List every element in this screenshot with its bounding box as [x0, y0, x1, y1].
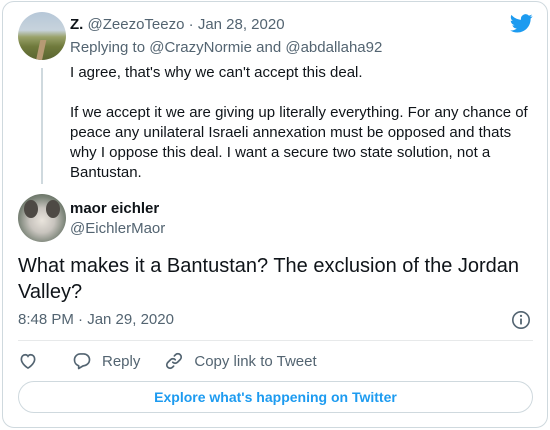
main-avatar[interactable]: [18, 194, 66, 242]
explore-twitter-button[interactable]: Explore what's happening on Twitter: [18, 381, 533, 413]
like-button[interactable]: [18, 351, 38, 371]
header-separator: ·: [188, 16, 194, 33]
tweet-timestamp[interactable]: 8:48 PM · Jan 29, 2020: [18, 310, 174, 330]
replying-to-line: Replying to @CrazyNormie and @abdallaha9…: [70, 38, 382, 58]
actions-divider: [18, 340, 533, 341]
parent-avatar[interactable]: [18, 12, 66, 60]
reply-label: Reply: [102, 352, 141, 370]
parent-tweet-header: Z. @ZeezoTeezo · Jan 28, 2020: [70, 15, 285, 35]
copy-link-label: Copy link to Tweet: [194, 352, 317, 370]
parent-author-handle[interactable]: @ZeezoTeezo: [88, 16, 185, 33]
link-icon: [166, 352, 183, 370]
info-icon[interactable]: [511, 310, 531, 330]
parent-date[interactable]: Jan 28, 2020: [198, 16, 285, 33]
copy-link-button[interactable]: Copy link to Tweet: [164, 351, 317, 371]
main-author-handle[interactable]: @EichlerMaor: [70, 219, 165, 239]
parent-author-name[interactable]: Z.: [70, 16, 83, 33]
replying-to-label: Replying to: [70, 39, 146, 56]
reply-button[interactable]: Reply: [72, 351, 140, 371]
main-author-name[interactable]: maor eichler: [70, 199, 159, 219]
twitter-bird-icon[interactable]: [510, 14, 533, 33]
parent-tweet-text: I agree, that's why we can't accept this…: [70, 64, 528, 181]
replying-and-text: and: [256, 39, 282, 56]
tweet-actions: Reply Copy link to Tweet: [18, 350, 317, 372]
replying-to-user-link[interactable]: @abdallaha92: [285, 39, 382, 56]
heart-icon: [20, 353, 36, 370]
replying-to-user-link[interactable]: @CrazyNormie: [149, 39, 252, 56]
main-tweet-text: What makes it a Bantustan? The exclusion…: [18, 255, 520, 303]
reply-bubble-icon: [73, 353, 91, 370]
thread-line: [41, 68, 43, 184]
